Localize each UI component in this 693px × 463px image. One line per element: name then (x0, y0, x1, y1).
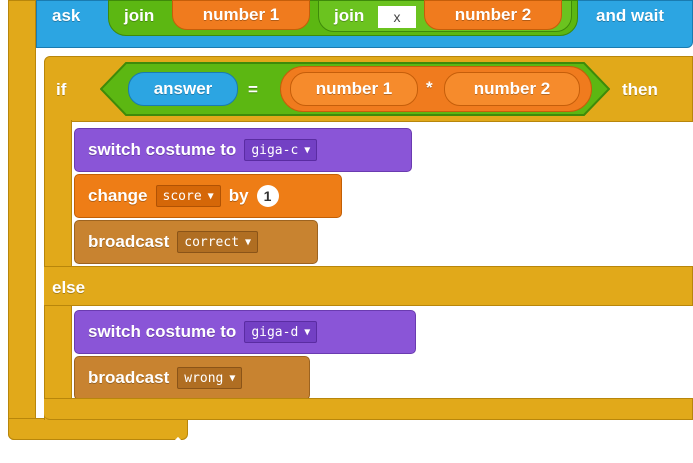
broadcast-block-then[interactable]: broadcast correct ▼ (74, 220, 318, 264)
and-wait-label: and wait (596, 6, 665, 25)
broadcast-value: wrong (184, 370, 224, 386)
broadcast-block-else[interactable]: broadcast wrong ▼ (74, 356, 310, 400)
variable-value: score (162, 188, 202, 204)
by-label: by (228, 186, 249, 205)
operand-number-2-label: number 2 (454, 5, 532, 24)
ask-label: ask (52, 6, 81, 25)
multiply-operator: * (426, 78, 433, 97)
triangle-down-icon: ▼ (245, 236, 252, 248)
multiply-right-label: number 2 (473, 79, 551, 98)
broadcast-label: broadcast (88, 232, 170, 251)
answer-reporter[interactable]: answer (128, 72, 238, 106)
broadcast-label: broadcast (88, 368, 170, 387)
broadcast-dropdown[interactable]: wrong ▼ (177, 367, 243, 389)
broadcast-dropdown[interactable]: correct ▼ (177, 231, 259, 253)
triangle-down-icon: ▼ (207, 190, 214, 202)
return-arrow-icon (158, 436, 186, 458)
else-label: else (52, 278, 86, 297)
costume-dropdown[interactable]: giga-d ▼ (244, 321, 318, 343)
switch-costume-label: switch costume to (88, 140, 237, 159)
switch-costume-block-then[interactable]: switch costume to giga-c ▼ (74, 128, 412, 172)
change-variable-block[interactable]: change score ▼ by 1 (74, 174, 342, 218)
change-amount-input[interactable]: 1 (256, 185, 279, 207)
answer-label: answer (153, 79, 213, 98)
text-input-x[interactable]: x (378, 6, 416, 28)
costume-value: giga-d (251, 324, 299, 340)
triangle-down-icon: ▼ (304, 144, 311, 156)
triangle-down-icon: ▼ (229, 372, 236, 384)
equals-operator: = (248, 80, 258, 99)
if-else-bottom-arm[interactable] (44, 398, 693, 420)
triangle-down-icon: ▼ (304, 326, 311, 338)
broadcast-value: correct (184, 234, 240, 250)
operand-number-1-reporter[interactable]: number 1 (172, 0, 310, 30)
costume-dropdown[interactable]: giga-c ▼ (244, 139, 318, 161)
multiply-left-reporter[interactable]: number 1 (290, 72, 418, 106)
switch-costume-block-else[interactable]: switch costume to giga-d ▼ (74, 310, 416, 354)
operand-number-2-reporter[interactable]: number 2 (424, 0, 562, 30)
multiply-left-label: number 1 (315, 79, 393, 98)
costume-value: giga-c (251, 142, 299, 158)
variable-dropdown[interactable]: score ▼ (155, 185, 221, 207)
change-label: change (88, 186, 148, 205)
switch-costume-label: switch costume to (88, 322, 237, 341)
else-bar[interactable] (44, 266, 693, 306)
then-label: then (622, 80, 658, 99)
loop-c-block-left-rail[interactable] (8, 0, 36, 440)
join-inner-label: join (334, 6, 365, 25)
join-outer-label: join (124, 6, 155, 25)
multiply-right-reporter[interactable]: number 2 (444, 72, 580, 106)
if-label: if (56, 80, 67, 99)
operand-number-1-label: number 1 (202, 5, 280, 24)
